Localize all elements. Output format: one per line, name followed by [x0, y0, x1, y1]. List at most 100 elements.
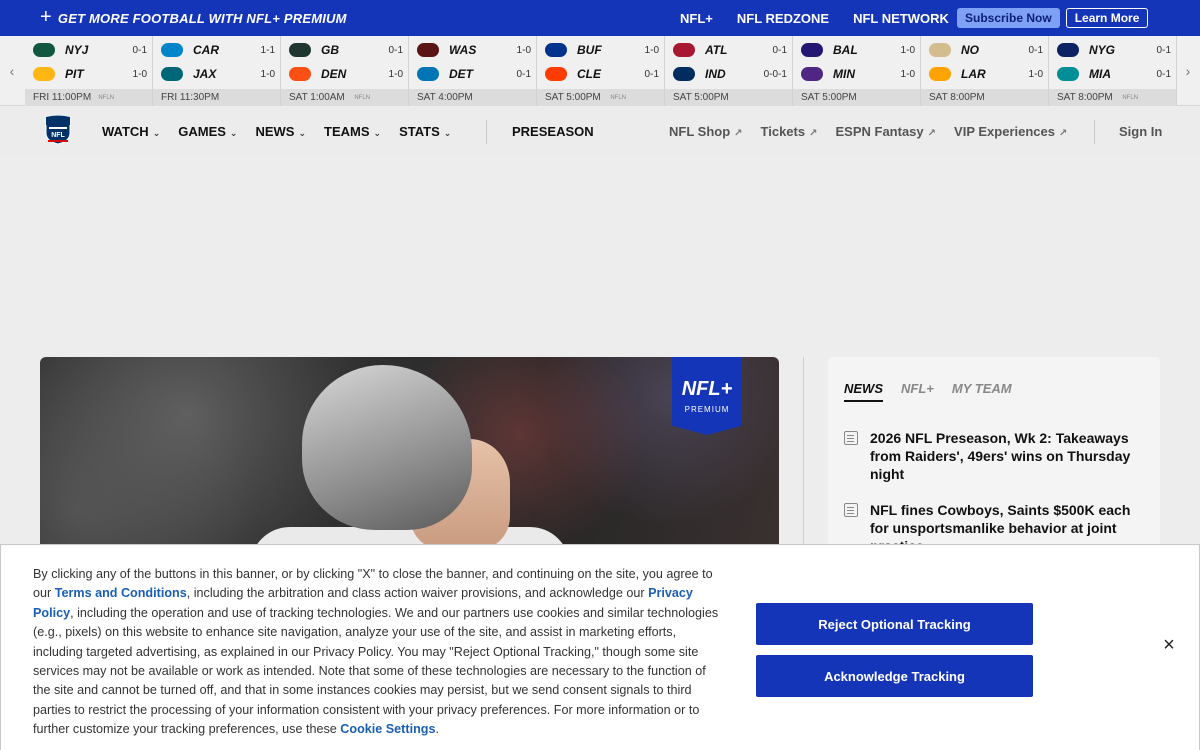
nav-main-menu: WATCH ⌄ GAMES ⌄ NEWS ⌄ TEAMS ⌄ STATS ⌄ — [102, 106, 451, 156]
promo-link-network[interactable]: NFL NETWORK — [853, 11, 949, 26]
team-logo-icon — [1057, 67, 1079, 81]
arrow-up-right-icon: ↗ — [1058, 127, 1068, 139]
acknowledge-tracking-button[interactable]: Acknowledge Tracking — [756, 655, 1033, 697]
promo-links: NFL+ NFL REDZONE NFL NETWORK — [680, 0, 949, 36]
game-footer: FRI 11:30PM — [153, 89, 280, 106]
game-time: SAT 8:00PM — [929, 92, 985, 103]
chevron-down-icon: ⌄ — [443, 127, 452, 138]
chevron-down-icon: ⌄ — [152, 127, 161, 138]
cookie-settings-link[interactable]: Cookie Settings — [340, 722, 435, 736]
terms-link[interactable]: Terms and Conditions — [55, 586, 187, 600]
team-abbr: NYG — [1089, 43, 1116, 57]
nav-link-vip-experiences[interactable]: VIP Experiences ↗ — [954, 124, 1067, 139]
team-logo-icon — [1057, 43, 1079, 57]
promo-link-nfl-plus[interactable]: NFL+ — [680, 11, 713, 26]
team-abbr: GB — [321, 43, 339, 57]
game-time: FRI 11:00PM — [33, 92, 92, 103]
game-card[interactable]: WAS 1-0 DET 0-1 SAT 4:00PM — [409, 36, 537, 106]
team-abbr: CAR — [193, 43, 219, 57]
nav-link-espn-fantasy[interactable]: ESPN Fantasy ↗ — [836, 124, 937, 139]
nav-item-news[interactable]: NEWS ⌄ — [255, 124, 306, 139]
tab-nfl-plus[interactable]: NFL+ — [901, 381, 934, 402]
nav-item-watch[interactable]: WATCH ⌄ — [102, 124, 160, 139]
team-record: 0-1 — [772, 44, 787, 56]
team-abbr: BAL — [833, 43, 858, 57]
team-record: 0-1 — [1156, 68, 1171, 80]
sidebar-tabs: NEWS NFL+ MY TEAM — [844, 381, 1012, 402]
tab-news[interactable]: NEWS — [844, 381, 883, 402]
team-row: JAX 1-0 — [161, 65, 275, 83]
nav-item-teams[interactable]: TEAMS ⌄ — [324, 124, 381, 139]
cookie-banner: By clicking any of the buttons in this b… — [0, 544, 1200, 750]
game-footer: FRI 11:00PM NFLN — [25, 89, 152, 106]
nav-item-games[interactable]: GAMES ⌄ — [178, 124, 237, 139]
promo-headline-link[interactable]: + GET MORE FOOTBALL WITH NFL+ PREMIUM — [40, 0, 347, 36]
game-time: SAT 4:00PM — [417, 92, 473, 103]
game-card[interactable]: GB 0-1 DEN 1-0 SAT 1:00AM NFLN — [281, 36, 409, 106]
badge-title: NFL+ — [681, 377, 733, 400]
team-row: GB 0-1 — [289, 41, 403, 59]
plus-icon: + — [40, 6, 52, 28]
nav-external-links: NFL Shop ↗ Tickets ↗ ESPN Fantasy ↗ VIP Exp… — [669, 106, 1067, 156]
game-card[interactable]: NO 0-1 LAR 1-0 SAT 8:00PM — [921, 36, 1049, 106]
team-record: 1-0 — [644, 44, 659, 56]
team-row: WAS 1-0 — [417, 41, 531, 59]
team-abbr: NO — [961, 43, 979, 57]
game-footer: SAT 8:00PM — [921, 89, 1048, 106]
game-card[interactable]: CAR 1-1 JAX 1-0 FRI 11:30PM — [153, 36, 281, 106]
team-row: ATL 0-1 — [673, 41, 787, 59]
game-card[interactable]: BUF 1-0 CLE 0-1 SAT 5:00PM NFLN — [537, 36, 665, 106]
team-record: 1-0 — [132, 68, 147, 80]
game-card[interactable]: BAL 1-0 MIN 1-0 SAT 5:00PM — [793, 36, 921, 106]
game-footer: SAT 1:00AM NFLN — [281, 89, 408, 106]
promo-link-redzone[interactable]: NFL REDZONE — [737, 11, 829, 26]
network-logo: NFLN — [1122, 94, 1138, 101]
game-card[interactable]: ATL 0-1 IND 0-0-1 SAT 5:00PM — [665, 36, 793, 106]
close-icon[interactable]: × — [1159, 634, 1179, 656]
network-logo: NFLN — [610, 94, 626, 101]
network-logo: NFLN — [354, 94, 370, 101]
team-abbr: WAS — [449, 43, 477, 57]
team-logo-icon — [545, 67, 567, 81]
team-logo-icon — [929, 43, 951, 57]
game-card[interactable]: NYG 0-1 MIA 0-1 SAT 8:00PM NFLN — [1049, 36, 1177, 106]
news-sidebar: NEWS NFL+ MY TEAM 2026 NFL Preseason, Wk… — [828, 357, 1160, 554]
team-abbr: DET — [449, 67, 473, 81]
article-icon — [844, 431, 858, 445]
team-logo-icon — [33, 67, 55, 81]
nav-link-nfl-shop[interactable]: NFL Shop ↗ — [669, 124, 743, 139]
team-record: 0-1 — [388, 44, 403, 56]
nav-item-preseason[interactable]: PRESEASON — [512, 106, 594, 156]
chevron-right-icon[interactable]: › — [1176, 36, 1200, 106]
team-record: 1-0 — [1028, 68, 1043, 80]
chevron-left-icon[interactable]: ‹ — [0, 36, 24, 106]
hero-image[interactable]: NFL+ PREMIUM — [40, 357, 779, 550]
team-row: PIT 1-0 — [33, 65, 147, 83]
learn-more-button[interactable]: Learn More — [1065, 8, 1149, 28]
team-row: IND 0-0-1 — [673, 65, 787, 83]
network-logo: NFLN — [98, 94, 114, 101]
team-logo-icon — [801, 67, 823, 81]
team-row: NO 0-1 — [929, 41, 1043, 59]
team-record: 1-0 — [900, 68, 915, 80]
sign-in-link[interactable]: Sign In — [1119, 106, 1162, 156]
game-time: SAT 5:00PM — [545, 92, 601, 103]
news-item[interactable]: 2026 NFL Preseason, Wk 2: Takeaways from… — [844, 429, 1144, 483]
team-abbr: DEN — [321, 67, 347, 81]
nav-item-stats[interactable]: STATS ⌄ — [399, 124, 451, 139]
tab-my-team[interactable]: MY TEAM — [952, 381, 1012, 402]
game-footer: SAT 4:00PM — [409, 89, 536, 106]
chevron-down-icon: ⌄ — [373, 127, 382, 138]
nfl-logo[interactable]: NFL — [45, 115, 71, 145]
team-logo-icon — [673, 67, 695, 81]
subscribe-now-button[interactable]: Subscribe Now — [957, 8, 1060, 28]
article-icon — [844, 503, 858, 517]
game-card[interactable]: NYJ 0-1 PIT 1-0 FRI 11:00PM NFLN — [25, 36, 153, 106]
svg-text:NFL: NFL — [51, 132, 65, 139]
team-row: DEN 1-0 — [289, 65, 403, 83]
team-logo-icon — [289, 67, 311, 81]
promo-headline: GET MORE FOOTBALL WITH NFL+ PREMIUM — [57, 10, 347, 26]
reject-optional-tracking-button[interactable]: Reject Optional Tracking — [756, 603, 1033, 645]
nav-link-tickets[interactable]: Tickets ↗ — [761, 124, 818, 139]
team-logo-icon — [289, 43, 311, 57]
